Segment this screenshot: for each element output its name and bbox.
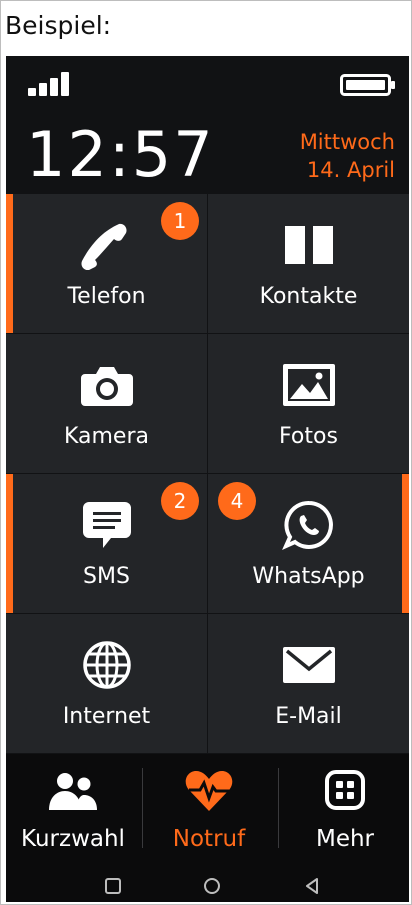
tile-label: E-Mail bbox=[275, 704, 342, 729]
tile-label: Fotos bbox=[279, 424, 338, 449]
sms-icon bbox=[82, 502, 131, 548]
notification-badge: 4 bbox=[218, 482, 256, 520]
date: 14. April bbox=[306, 158, 395, 182]
accent-bar bbox=[402, 474, 409, 613]
tile-kamera[interactable]: Kamera bbox=[6, 334, 207, 473]
app-grid: Telefon 1 Kontakte Kamera Fotos SMS 2 Wh… bbox=[6, 194, 409, 754]
whatsapp-icon bbox=[281, 500, 333, 550]
contacts-book-icon bbox=[284, 226, 333, 264]
phone-icon bbox=[81, 223, 126, 270]
tile-label: Internet bbox=[62, 704, 151, 729]
tile-label: WhatsApp bbox=[252, 564, 365, 589]
tile-fotos[interactable]: Fotos bbox=[208, 334, 409, 473]
nav-label: Kurzwahl bbox=[21, 826, 125, 852]
grid-icon bbox=[325, 770, 365, 810]
tile-email[interactable]: E-Mail bbox=[208, 614, 409, 753]
battery-icon bbox=[340, 74, 395, 96]
triangle-back-icon[interactable] bbox=[300, 874, 324, 898]
date-display: Mittwoch 14. April bbox=[300, 128, 395, 184]
phone-screen: 12:57 Mittwoch 14. April Telefon 1 Konta… bbox=[6, 56, 409, 902]
weekday: Mittwoch bbox=[299, 130, 395, 154]
tile-kontakte[interactable]: Kontakte bbox=[208, 194, 409, 333]
nav-label: Notruf bbox=[172, 826, 246, 852]
tile-label: Telefon bbox=[67, 284, 146, 309]
system-navigation bbox=[6, 868, 409, 902]
notification-badge: 2 bbox=[161, 482, 199, 520]
tile-label: Kamera bbox=[63, 424, 149, 449]
caption: Beispiel: bbox=[5, 11, 112, 40]
mail-icon bbox=[282, 647, 335, 683]
nav-label: Mehr bbox=[315, 826, 375, 852]
bottom-bar: Kurzwahl Notruf Mehr bbox=[6, 754, 409, 902]
photos-icon bbox=[282, 364, 335, 406]
globe-icon bbox=[82, 641, 131, 689]
accent-bar bbox=[6, 474, 13, 613]
tile-sms[interactable]: SMS 2 bbox=[6, 474, 207, 613]
clock-time: 12:57 bbox=[26, 118, 215, 191]
circle-home-icon[interactable] bbox=[200, 874, 224, 898]
example-frame: Beispiel: 12:57 Mittwoch 14. April Telef… bbox=[0, 0, 412, 905]
heart-pulse-icon bbox=[185, 771, 233, 811]
square-recent-icon[interactable] bbox=[101, 874, 125, 898]
nav-kurzwahl[interactable]: Kurzwahl bbox=[6, 754, 140, 862]
tile-label: Kontakte bbox=[259, 284, 358, 309]
tile-telefon[interactable]: Telefon 1 bbox=[6, 194, 207, 333]
nav-notruf[interactable]: Notruf bbox=[142, 754, 276, 862]
tile-internet[interactable]: Internet bbox=[6, 614, 207, 753]
camera-icon bbox=[80, 367, 133, 406]
tile-whatsapp[interactable]: WhatsApp 4 bbox=[208, 474, 409, 613]
notification-badge: 1 bbox=[161, 202, 199, 240]
status-bar bbox=[6, 56, 409, 112]
tile-label: SMS bbox=[83, 564, 130, 589]
signal-icon bbox=[28, 72, 69, 96]
accent-bar bbox=[6, 194, 13, 333]
people-icon bbox=[49, 773, 97, 810]
nav-mehr[interactable]: Mehr bbox=[278, 754, 409, 862]
